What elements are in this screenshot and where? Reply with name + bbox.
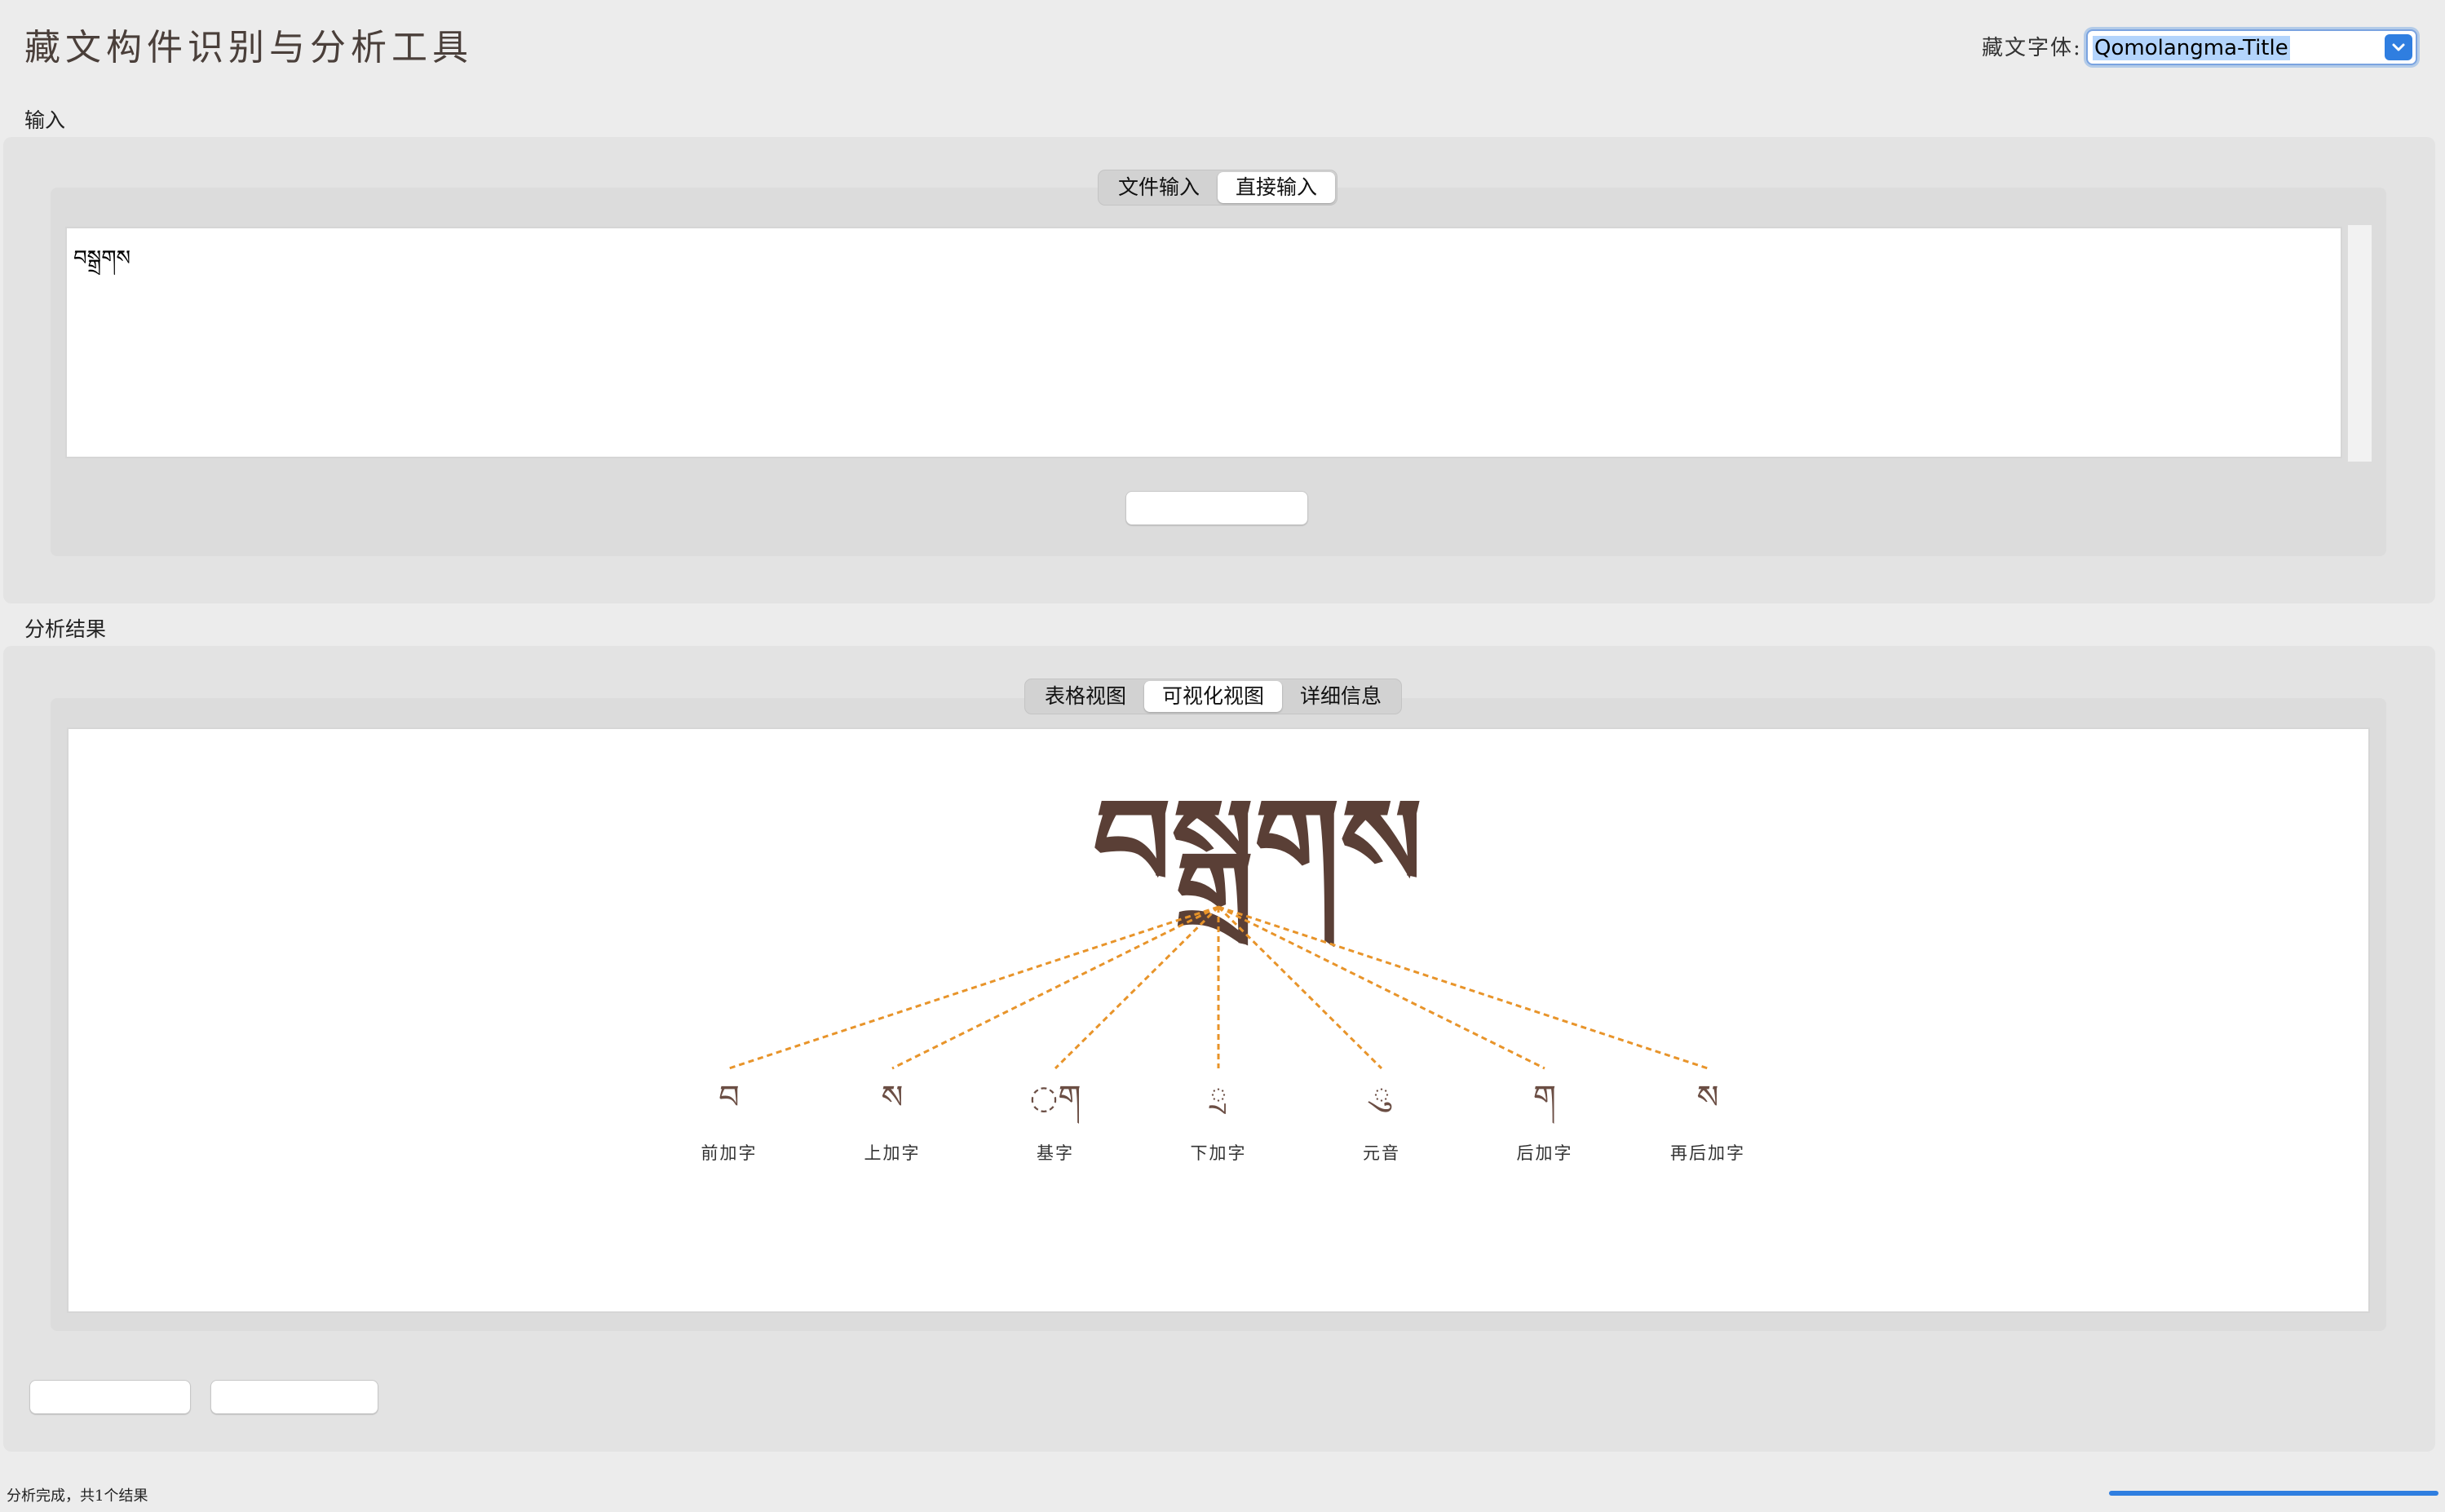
component-item: ◌ྲ 下加字 xyxy=(1137,1078,1300,1165)
component-label: 上加字 xyxy=(864,1143,921,1163)
component-item: ས 再后加字 xyxy=(1626,1078,1789,1165)
status-text: 分析完成，共1个结果 xyxy=(7,1488,148,1505)
connector-line xyxy=(1218,905,1545,1070)
clear-button[interactable] xyxy=(210,1380,378,1414)
progress-fill xyxy=(2109,1491,2438,1496)
connector-line xyxy=(1217,905,1383,1070)
component-label: 前加字 xyxy=(701,1143,758,1163)
component-glyph: ག xyxy=(1532,1079,1557,1116)
component-glyph: ◌ུ xyxy=(1373,1079,1391,1116)
component-glyph: ◌ྲ xyxy=(1209,1079,1227,1116)
connector-line xyxy=(1054,905,1220,1070)
export-button[interactable] xyxy=(29,1380,191,1414)
component-item: ◌ུ 元音 xyxy=(1300,1078,1463,1165)
component-glyph: ◌ག xyxy=(1029,1079,1081,1116)
progress-bar xyxy=(2109,1491,2438,1496)
component-item: ◌ག 基字 xyxy=(974,1078,1137,1165)
component-label: 基字 xyxy=(1037,1143,1074,1163)
connector-line xyxy=(1218,905,1709,1070)
connector-line xyxy=(728,905,1219,1070)
component-glyph: ས xyxy=(881,1079,904,1116)
connector-lines xyxy=(728,905,1709,1070)
component-glyph: བ xyxy=(718,1079,740,1116)
component-glyph: ས xyxy=(1696,1079,1719,1116)
component-label: 后加字 xyxy=(1516,1143,1573,1163)
component-item: ས 上加字 xyxy=(811,1078,974,1165)
connector-line xyxy=(891,905,1219,1070)
component-label: 元音 xyxy=(1363,1143,1400,1163)
component-label: 下加字 xyxy=(1190,1143,1247,1163)
component-label: 再后加字 xyxy=(1670,1143,1745,1163)
component-item: བ 前加字 xyxy=(648,1078,811,1165)
component-item: ག 后加字 xyxy=(1463,1078,1626,1165)
